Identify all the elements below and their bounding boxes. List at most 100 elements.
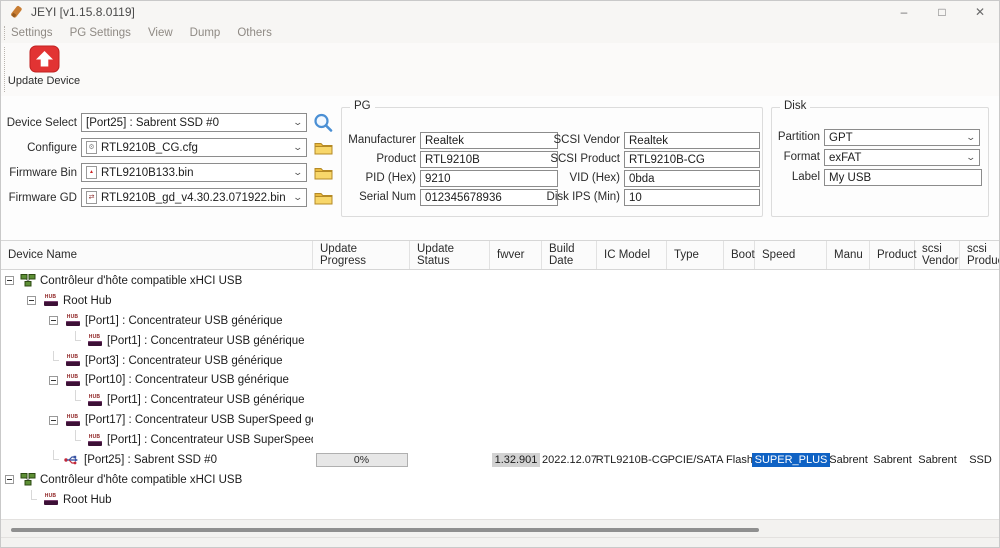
tree-connector [49, 455, 58, 464]
tree-connector [71, 336, 80, 345]
partition-select[interactable]: GPT ⌄ [824, 129, 980, 146]
chevron-down-icon: ⌄ [293, 167, 304, 178]
vid-hex-field[interactable] [624, 170, 760, 187]
tree-connector [71, 436, 80, 445]
firmware-gd-row: Firmware GD RTL9210B_gd_v4.30.23.071922.… [1, 188, 339, 207]
tree-item-label: [Port3] : Concentrateur USB générique [85, 355, 283, 367]
tree-row-port10-hub[interactable]: HUB [Port10] : Concentrateur USB génériq… [1, 370, 999, 390]
scsi-vendor-field[interactable] [624, 132, 760, 149]
chevron-down-icon: ⌄ [966, 132, 977, 143]
usb-controller-icon [20, 274, 36, 287]
collapse-expander-icon[interactable] [49, 316, 58, 325]
format-label: Format [774, 149, 820, 166]
pid-hex-label: PID (Hex) [344, 170, 416, 187]
tree-row-port1-hub[interactable]: HUB [Port1] : Concentrateur USB génériqu… [1, 311, 999, 331]
browse-firmware-gd-folder-button[interactable] [312, 188, 334, 207]
firmware-bin-row: Firmware Bin RTL9210B133.bin ⌄ [1, 163, 339, 182]
format-select[interactable]: exFAT ⌄ [824, 149, 980, 166]
minimize-button[interactable]: – [885, 1, 923, 23]
firmware-gd-label: Firmware GD [3, 192, 77, 204]
tree-row-port1-child-hub[interactable]: HUB [Port1] : Concentrateur USB génériqu… [1, 331, 999, 351]
titlebar: JEYI [v1.15.8.0119] – □ ✕ [1, 1, 999, 23]
firmware-bin-file-icon [86, 166, 97, 179]
col-type[interactable]: Type [667, 241, 724, 269]
scsi-product-field[interactable] [624, 151, 760, 168]
menu-view[interactable]: View [148, 27, 173, 39]
tree-row-port17-superspeed-hub[interactable]: HUB [Port17] : Concentrateur USB SuperSp… [1, 410, 999, 430]
menu-others[interactable]: Others [237, 27, 272, 39]
tree-row-port3-hub[interactable]: HUB [Port3] : Concentrateur USB génériqu… [1, 351, 999, 371]
horizontal-scrollbar[interactable] [1, 519, 999, 537]
tree-item-label: [Port10] : Concentrateur USB générique [85, 374, 289, 386]
col-scsi-product[interactable]: scsi Product [960, 241, 1000, 269]
configure-combo[interactable]: RTL9210B_CG.cfg ⌄ [81, 138, 307, 157]
col-speed[interactable]: Speed [755, 241, 827, 269]
manu-cell: Sabrent [827, 450, 870, 470]
usb-hub-icon: HUB [86, 395, 103, 406]
tree-row-port25-sabrent-ssd[interactable]: [Port25] : Sabrent SSD #0 0% 1.32.901 20… [1, 450, 999, 470]
volume-label-field[interactable] [824, 169, 982, 186]
close-button[interactable]: ✕ [961, 1, 999, 23]
collapse-expander-icon[interactable] [49, 376, 58, 385]
col-device-name[interactable]: Device Name [1, 241, 313, 269]
tree-row-xhci-controller-1[interactable]: Contrôleur d'hôte compatible xHCI USB [1, 271, 999, 291]
menu-dump[interactable]: Dump [190, 27, 221, 39]
tree-item-label: Contrôleur d'hôte compatible xHCI USB [40, 474, 242, 486]
menubar-gripper [4, 26, 5, 40]
firmware-gd-combo[interactable]: RTL9210B_gd_v4.30.23.071922.bin ⌄ [81, 188, 307, 207]
usb-hub-icon: HUB [64, 355, 81, 366]
type-cell: PCIE/SATA [667, 450, 724, 470]
device-select-combo[interactable]: [Port25] : Sabrent SSD #0 ⌄ [81, 113, 307, 132]
menu-pg-settings[interactable]: PG Settings [70, 27, 131, 39]
toolbar: Update Device [1, 43, 999, 96]
disk-ips-field[interactable] [624, 189, 760, 206]
tree-item-label: Contrôleur d'hôte compatible xHCI USB [40, 275, 242, 287]
col-product[interactable]: Product [870, 241, 915, 269]
menu-settings[interactable]: Settings [11, 27, 53, 39]
col-update-status[interactable]: Update Status [410, 241, 490, 269]
tree-row-port1-superspeed-child-hub[interactable]: HUB [Port1] : Concentrateur USB SuperSpe… [1, 430, 999, 450]
chevron-down-icon: ⌄ [966, 152, 977, 163]
col-ic-model[interactable]: IC Model [597, 241, 667, 269]
tree-row-root-hub-1[interactable]: HUB Root Hub [1, 291, 999, 311]
window-title: JEYI [v1.15.8.0119] [31, 5, 135, 19]
collapse-expander-icon[interactable] [49, 416, 58, 425]
usb-hub-icon: HUB [86, 435, 103, 446]
maximize-button[interactable]: □ [923, 1, 961, 23]
col-update-progress[interactable]: Update Progress [313, 241, 410, 269]
browse-config-folder-button[interactable] [312, 138, 334, 157]
fwver-cell: 1.32.901 [492, 453, 541, 467]
format-value: exFAT [829, 152, 967, 164]
browse-firmware-bin-folder-button[interactable] [312, 163, 334, 182]
tree-row-port1-child-hub-2[interactable]: HUB [Port1] : Concentrateur USB génériqu… [1, 390, 999, 410]
update-device-icon [29, 45, 60, 73]
product-label: Product [344, 151, 416, 168]
firmware-bin-combo[interactable]: RTL9210B133.bin ⌄ [81, 163, 307, 182]
update-device-button[interactable]: Update Device [13, 45, 75, 94]
horizontal-scrollbar-thumb[interactable] [11, 528, 759, 532]
tree-item-label: [Port1] : Concentrateur USB générique [107, 394, 305, 406]
col-manu[interactable]: Manu [827, 241, 870, 269]
app-logo-icon [9, 5, 24, 20]
device-select-row: Device Select [Port25] : Sabrent SSD #0 … [1, 113, 339, 132]
tree-item-label: Root Hub [63, 295, 112, 307]
serial-num-label: Serial Num [344, 189, 416, 206]
collapse-expander-icon[interactable] [5, 475, 14, 484]
search-device-button[interactable] [312, 113, 334, 132]
firmware-bin-label: Firmware Bin [3, 167, 77, 179]
collapse-expander-icon[interactable] [5, 276, 14, 285]
col-build-date[interactable]: Build Date [542, 241, 597, 269]
col-scsi-vendor[interactable]: scsi Vendor [915, 241, 960, 269]
collapse-expander-icon[interactable] [27, 296, 36, 305]
tree-row-root-hub-2[interactable]: HUB Root Hub [1, 490, 999, 510]
tree-row-xhci-controller-2[interactable]: Contrôleur d'hôte compatible xHCI USB [1, 470, 999, 490]
tree-connector [27, 495, 36, 504]
vid-hex-label: VID (Hex) [534, 170, 620, 187]
form-area: Device Select [Port25] : Sabrent SSD #0 … [1, 96, 999, 240]
col-boot[interactable]: Boot [724, 241, 755, 269]
menubar: Settings PG Settings View Dump Others [1, 23, 999, 43]
chevron-down-icon: ⌄ [293, 142, 304, 153]
update-status-cell [410, 450, 490, 470]
disk-groupbox: Disk Partition GPT ⌄ Format exFAT ⌄ Labe… [771, 107, 989, 217]
col-fwver[interactable]: fwver [490, 241, 542, 269]
